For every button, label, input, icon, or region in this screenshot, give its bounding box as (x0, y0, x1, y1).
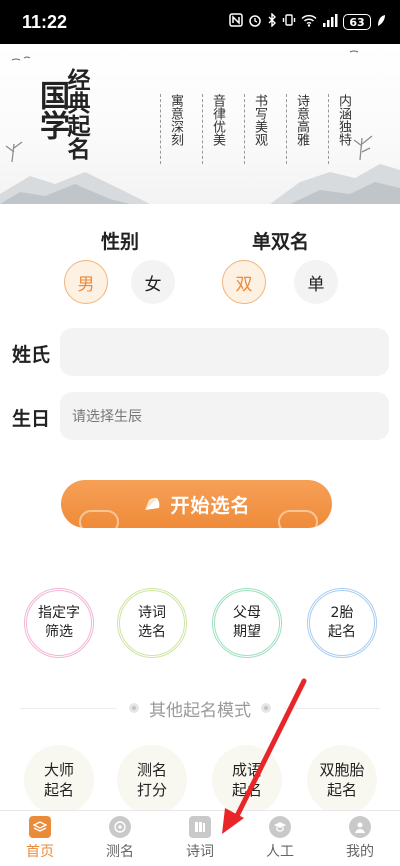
mode-second-child[interactable]: 2胎 起名 (307, 588, 377, 658)
nav-manual[interactable]: 人工 (240, 811, 320, 866)
status-time: 11:22 (22, 11, 68, 32)
mode-label: 测名 打分 (136, 761, 167, 799)
battery-indicator: 63 (343, 14, 371, 30)
mode-label: 成语 起名 (231, 761, 262, 799)
nav-label: 人工 (266, 844, 294, 860)
gender-female-button[interactable]: 女 (131, 260, 175, 304)
mode-poetry[interactable]: 诗词 选名 (117, 588, 187, 658)
double-name-button[interactable]: 双 (222, 260, 266, 304)
nav-label: 诗词 (186, 844, 214, 860)
birthday-label: 生日 (12, 408, 51, 430)
nav-label: 我的 (346, 844, 374, 860)
nfc-icon (229, 13, 243, 31)
other-modes-divider: 其他起名模式 (20, 693, 380, 723)
dot-icon (129, 703, 139, 713)
banner-title-sub: 经典起名 (63, 68, 90, 160)
nav-home[interactable]: 首页 (0, 811, 80, 866)
surname-label: 姓氏 (12, 344, 51, 366)
test-name-icon (109, 816, 131, 838)
banner-phrase: 内涵独特 (328, 94, 352, 164)
leaf-icon (376, 14, 386, 31)
nav-label: 首页 (26, 844, 54, 860)
birthday-picker[interactable] (60, 392, 389, 440)
alarm-icon (248, 13, 262, 31)
gender-male-button[interactable]: 男 (64, 260, 108, 304)
nav-label: 测名 (106, 844, 134, 860)
nav-poetry[interactable]: 诗词 (160, 811, 240, 866)
mode-parent-expectation[interactable]: 父母 期望 (212, 588, 282, 658)
mode-master-naming[interactable]: 大师 起名 (24, 745, 94, 815)
banner-phrase: 寓意深刻 (160, 94, 184, 164)
start-naming-label: 开始选名 (170, 494, 251, 517)
home-icon (29, 816, 51, 838)
wifi-icon (301, 14, 317, 31)
cloud-decoration-icon (79, 510, 119, 528)
banner: 国学 经典起名 寓意深刻 音律优美 书写美观 诗意高雅 内涵独特 (0, 44, 400, 204)
bluetooth-icon (267, 12, 277, 31)
banner-phrase: 书写美观 (244, 94, 268, 164)
start-naming-button[interactable]: 开始选名 (61, 480, 332, 528)
divider-line (20, 707, 117, 709)
profile-icon (349, 816, 371, 838)
other-modes-title: 其他起名模式 (117, 696, 283, 721)
surname-input[interactable] (60, 328, 389, 376)
status-icons: 63 (229, 12, 386, 31)
mode-specified-char[interactable]: 指定字 筛选 (24, 588, 94, 658)
single-name-button[interactable]: 单 (294, 260, 338, 304)
poetry-icon (189, 816, 211, 838)
divider-line (283, 707, 380, 709)
status-bar: 11:22 63 (0, 0, 400, 44)
graduation-cap-icon (269, 816, 291, 838)
mode-idiom-naming[interactable]: 成语 起名 (212, 745, 282, 815)
other-modes-title-text: 其他起名模式 (149, 700, 251, 721)
mode-label: 父母 期望 (233, 605, 261, 640)
mode-label: 诗词 选名 (138, 605, 166, 640)
fan-icon (142, 494, 162, 514)
signal-icon (322, 13, 338, 31)
bottom-nav: 首页 测名 诗词 人工 我的 (0, 810, 400, 866)
nav-test-name[interactable]: 测名 (80, 811, 160, 866)
mode-twins-naming[interactable]: 双胞胎 起名 (307, 745, 377, 815)
mode-name-score[interactable]: 测名 打分 (117, 745, 187, 815)
cloud-decoration-icon (278, 510, 318, 528)
banner-phrase: 音律优美 (202, 94, 226, 164)
mode-label: 指定字 筛选 (38, 605, 80, 640)
gender-label: 性别 (101, 231, 140, 253)
mode-label: 双胞胎 起名 (319, 761, 365, 799)
mode-label: 大师 起名 (43, 761, 74, 799)
banner-phrase: 诗意高雅 (286, 94, 310, 164)
mode-label: 2胎 起名 (328, 605, 356, 640)
nav-profile[interactable]: 我的 (320, 811, 400, 866)
banner-phrases: 寓意深刻 音律优美 书写美观 诗意高雅 内涵独特 (160, 94, 352, 164)
dot-icon (261, 703, 271, 713)
name-type-label: 单双名 (252, 231, 310, 253)
vibrate-icon (282, 13, 296, 31)
